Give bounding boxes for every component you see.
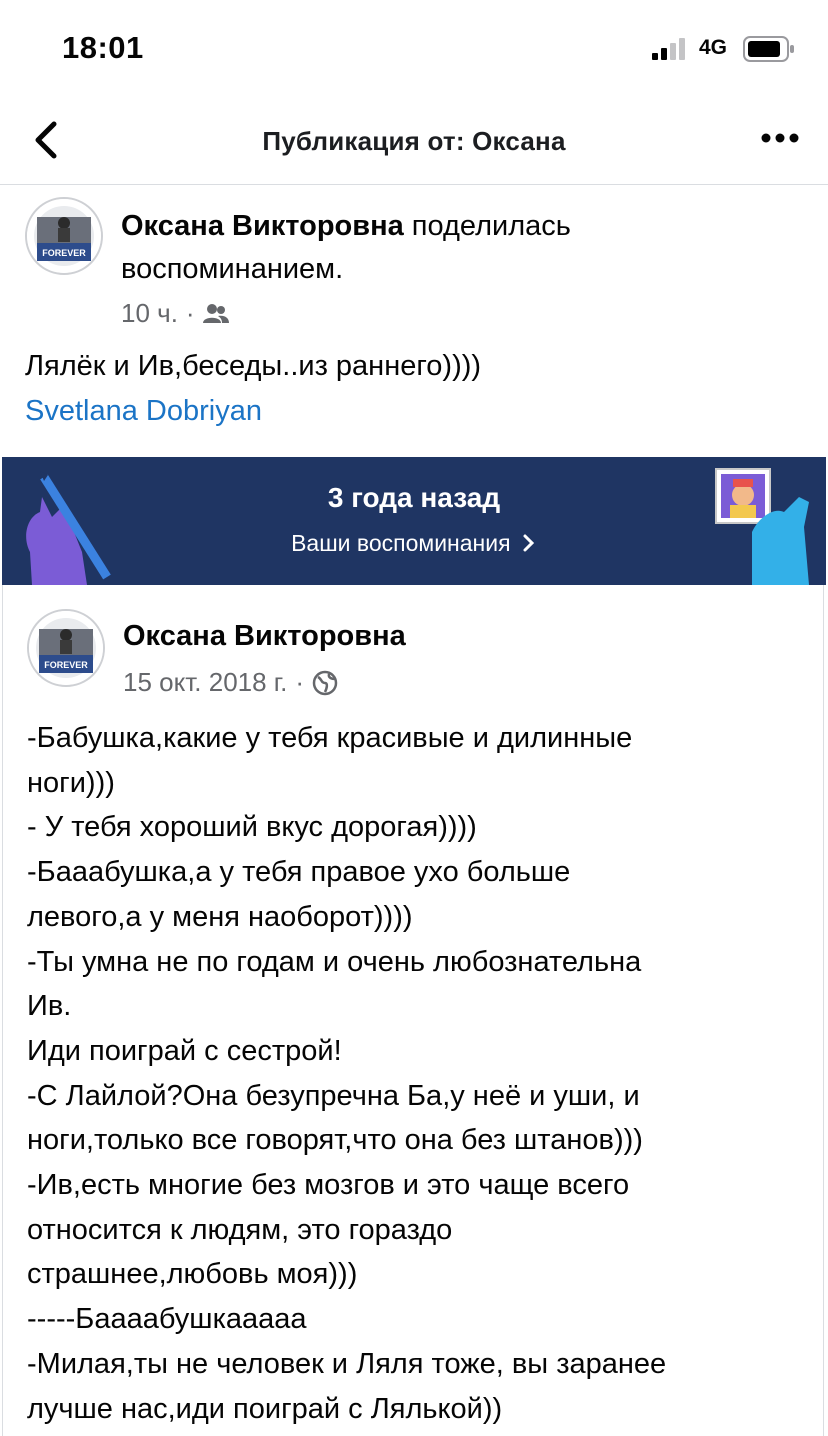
post-line: Ив.: [27, 990, 72, 1023]
status-bar: 18:01 4G: [0, 0, 828, 96]
post-line: -Милая,ты не человек и Ляля тоже, вы зар…: [27, 1347, 667, 1380]
signal-icon: [652, 38, 685, 60]
hand-pencil-illustration: [26, 471, 111, 585]
post-line: лучше нас,иди поиграй с Лялькой)): [27, 1392, 503, 1425]
status-time: 18:01: [62, 30, 144, 65]
avatar-image: FOREVER: [27, 199, 101, 273]
battery-icon: [743, 36, 794, 62]
post-line: Иди поиграй с сестрой!: [27, 1034, 342, 1067]
more-options-icon[interactable]: [758, 124, 802, 152]
author-name[interactable]: Оксана Викторовна: [121, 210, 404, 242]
post-line: -Ив,есть многие без мозгов и это чаще вс…: [27, 1169, 630, 1202]
post-line: -----Баааабушкааааа: [27, 1303, 307, 1336]
avatar[interactable]: FOREVER: [27, 609, 105, 687]
post-body: -Бабушка,какие у тебя красивые и дилинны…: [27, 716, 817, 1431]
share-action-2: воспоминанием.: [121, 253, 344, 285]
memory-subtitle-label: Ваши воспоминания: [291, 530, 511, 556]
original-author-name[interactable]: Оксана Викторовна: [123, 620, 406, 653]
original-post-meta: 15 окт. 2018 г. ·: [123, 667, 338, 698]
post-line: ноги,только все говорят,что она без штан…: [27, 1124, 643, 1157]
post-line: -Бабушка,какие у тебя красивые и дилинны…: [27, 722, 633, 754]
meta-separator: ·: [295, 667, 305, 697]
avatar[interactable]: FOREVER: [25, 197, 103, 275]
post-date[interactable]: 15 окт. 2018 г.: [123, 667, 287, 698]
chevron-right-icon: [523, 534, 535, 552]
avatar-badge-text: FOREVER: [44, 660, 88, 670]
photo-hand-illustration: [715, 468, 809, 585]
page-title: Публикация от: Оксана: [262, 126, 566, 156]
avatar-image: FOREVER: [29, 611, 103, 685]
post-line: левого,а у меня наоборот)))): [27, 900, 413, 933]
share-action: поделилась: [403, 210, 571, 242]
post-line: ноги))): [27, 766, 115, 799]
share-header: Оксана Викторовна поделилась воспоминани…: [121, 205, 741, 291]
memory-subtitle[interactable]: Ваши воспоминания: [2, 530, 826, 557]
post-line: относится к людям, это гораздо: [27, 1213, 453, 1246]
avatar-badge-text: FOREVER: [42, 248, 86, 258]
post-line: -С Лайлой?Она безупречна Ба,у неё и уши,…: [27, 1079, 640, 1112]
navigation-bar: Публикация от: Оксана: [0, 96, 828, 185]
post-line: страшнее,любовь моя))): [27, 1258, 358, 1291]
post-text: Лялёк и Ив,беседы..из раннего)))): [25, 350, 482, 382]
friends-icon: [202, 303, 229, 323]
post-line: -Бааабушка,а у тебя правое ухо больше: [27, 856, 571, 889]
post-line: -Ты умна не по годам и очень любознатель…: [27, 945, 642, 978]
globe-icon: [312, 670, 338, 695]
post-time[interactable]: 10 ч.: [121, 298, 178, 329]
network-type: 4G: [699, 36, 728, 59]
post-meta: 10 ч. ·: [121, 298, 229, 329]
meta-separator: ·: [185, 298, 195, 328]
memory-title: 3 года назад: [327, 482, 501, 513]
memory-banner[interactable]: 3 года назад Ваши воспоминания: [2, 457, 826, 585]
tagged-user-link[interactable]: Svetlana Dobriyan: [25, 395, 262, 428]
post-line: - У тебя хороший вкус дорогая)))): [27, 811, 477, 844]
